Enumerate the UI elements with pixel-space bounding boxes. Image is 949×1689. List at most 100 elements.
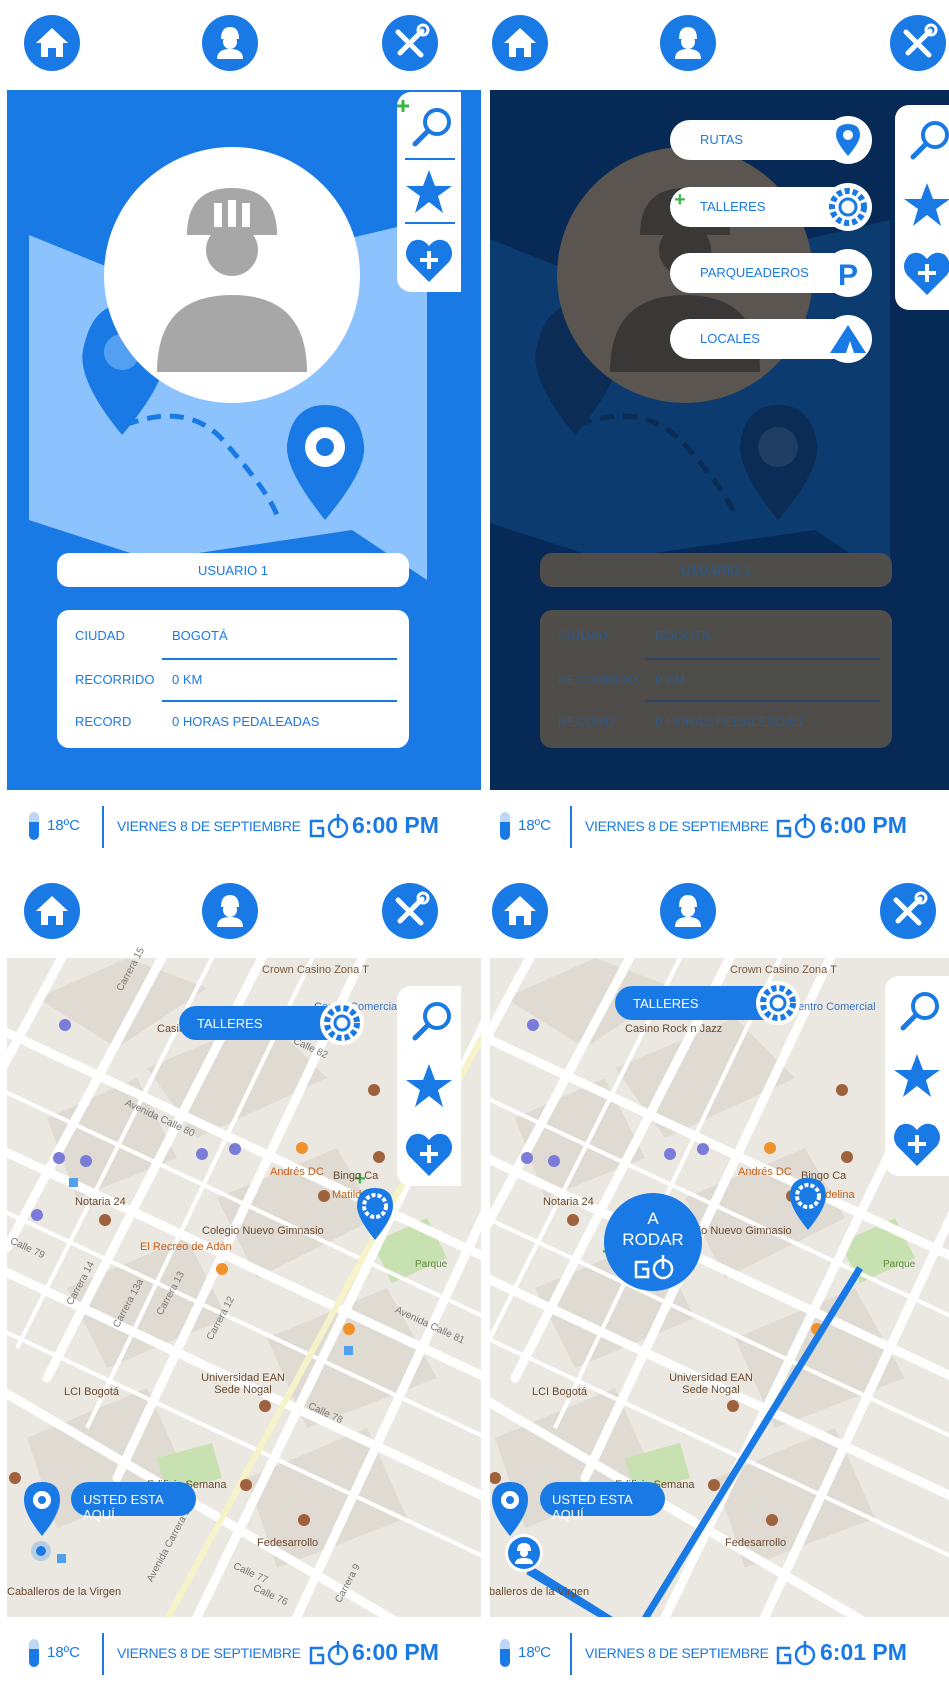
map-screen: + Crown Casino Zona T Casino Rock n Jazz… xyxy=(7,868,481,1689)
menu-item-label: PARQUEADEROS xyxy=(700,265,809,280)
profile-button[interactable] xyxy=(202,883,258,939)
map-view[interactable]: + Crown Casino Zona T Casino Rock n Jazz… xyxy=(490,958,949,1617)
divider xyxy=(102,1633,104,1675)
top-bar xyxy=(7,868,481,958)
place-label: El Recreo de Adán xyxy=(140,1241,232,1253)
place-label: Universidad EAN Sede Nogal xyxy=(669,1372,753,1396)
side-panel-icons xyxy=(893,992,941,1166)
workshop-marker-icon[interactable] xyxy=(788,1176,828,1232)
distance-label: RECORRIDO xyxy=(75,672,155,687)
place-label: Parque xyxy=(415,1259,448,1270)
distance-label: RECORRIDO xyxy=(558,672,638,687)
app-logo-icon xyxy=(634,1255,674,1280)
place-label: Fedesarrollo xyxy=(257,1537,319,1549)
home-icon xyxy=(504,28,536,57)
city-value: BOGOTÁ xyxy=(655,628,711,643)
distance-value: 0 KM xyxy=(172,672,203,687)
city-value: BOGOTÁ xyxy=(172,628,228,643)
gps-dot-icon xyxy=(31,1541,51,1561)
place-label: Centro Comercial xyxy=(790,1001,876,1013)
home-button[interactable] xyxy=(492,883,548,939)
tools-button[interactable] xyxy=(382,15,438,71)
start-ride-line2: RODAR xyxy=(622,1230,684,1249)
username-field: USUARIO 1 xyxy=(57,553,409,587)
home-icon xyxy=(36,28,68,57)
place-label: Notaria 24 xyxy=(75,1196,126,1208)
app-logo-icon xyxy=(776,1641,816,1666)
menu-item-label: LOCALES xyxy=(700,331,760,346)
place-label: LCI Bogotá xyxy=(64,1386,120,1398)
menu-item-locales[interactable]: LOCALES xyxy=(670,315,872,363)
place-label: Bingo Ca xyxy=(333,1170,379,1182)
divider xyxy=(570,806,572,848)
filter-talleres[interactable]: TALLERES xyxy=(179,1001,364,1045)
app-logo-icon xyxy=(309,814,349,839)
clock: 6:00 PM xyxy=(820,812,907,838)
profile-button[interactable] xyxy=(660,15,716,71)
home-button[interactable] xyxy=(24,15,80,71)
wrench-screwdriver-icon xyxy=(893,891,928,926)
place-label: Crown Casino Zona T xyxy=(262,964,369,976)
wrench-screwdriver-icon xyxy=(903,23,938,58)
row-divider xyxy=(162,700,397,702)
home-button[interactable] xyxy=(492,15,548,71)
map-route-screen: + Crown Casino Zona T Casino Rock n Jazz… xyxy=(490,868,949,1689)
filter-talleres[interactable]: TALLERES xyxy=(615,981,800,1025)
date: VIERNES 8 DE SEPTIEMBRE xyxy=(585,818,769,834)
place-label: LCI Bogotá xyxy=(532,1386,588,1398)
tools-button[interactable] xyxy=(890,15,946,71)
temperature: 18ºC xyxy=(518,1644,551,1661)
username-field: USUARIO 1 xyxy=(540,553,892,587)
menu-item-parqueaderos[interactable]: PARQUEADEROS P xyxy=(670,249,872,297)
side-panel-icons xyxy=(405,1002,453,1176)
status-bar: 18ºC VIERNES 8 DE SEPTIEMBRE 6:00 PM xyxy=(7,790,481,860)
gear-ring-icon xyxy=(756,981,800,1025)
menu-item-rutas[interactable]: RUTAS xyxy=(670,116,872,164)
profile-info-card: CIUDAD BOGOTÁ RECORRIDO 0 KM RECORD 0 HO… xyxy=(540,610,892,748)
map-pin-icon xyxy=(824,116,872,164)
profile-menu-screen: USUARIO 1 CIUDAD BOGOTÁ RECORRIDO 0 KM R… xyxy=(490,0,949,860)
gear-ring-icon xyxy=(320,1001,364,1045)
place-label: Casino Rock n Jazz xyxy=(625,1023,723,1035)
start-ride-button[interactable]: A RODAR xyxy=(604,1193,702,1291)
svg-text:P: P xyxy=(838,259,858,292)
home-button[interactable] xyxy=(24,883,80,939)
menu-item-talleres[interactable]: + TALLERES xyxy=(670,183,872,231)
row-divider xyxy=(645,658,880,660)
distance-value: 0 KM xyxy=(655,672,686,687)
row-divider xyxy=(162,658,397,660)
temperature: 18ºC xyxy=(47,817,80,834)
side-panel-icons xyxy=(904,121,949,295)
cyclist-avatar-icon xyxy=(217,27,243,59)
tent-icon xyxy=(824,315,872,363)
cyclist-position-icon xyxy=(505,1534,543,1572)
row-divider xyxy=(645,700,880,702)
record-value: 0 HORAS PEDALEADAS xyxy=(172,714,320,729)
thermometer-icon xyxy=(500,1639,510,1667)
profile-info-card: CIUDAD BOGOTÁ RECORRIDO 0 KM RECORD 0 HO… xyxy=(57,610,409,748)
cyclist-avatar-icon xyxy=(217,895,243,927)
tools-button[interactable] xyxy=(382,883,438,939)
thermometer-icon xyxy=(29,1639,39,1667)
tools-button[interactable] xyxy=(880,883,936,939)
date: VIERNES 8 DE SEPTIEMBRE xyxy=(117,818,301,834)
home-icon xyxy=(36,896,68,925)
city-label: CIUDAD xyxy=(558,628,608,643)
date: VIERNES 8 DE SEPTIEMBRE xyxy=(585,1645,769,1661)
record-label: RECORD xyxy=(558,714,615,729)
status-bar: 18ºC VIERNES 8 DE SEPTIEMBRE 6:00 PM xyxy=(7,1617,481,1689)
place-label: Fedesarrollo xyxy=(725,1537,787,1549)
you-are-here-label: USTED ESTA AQUÍ xyxy=(71,1482,196,1522)
profile-button[interactable] xyxy=(660,883,716,939)
clock: 6:01 PM xyxy=(820,1639,907,1665)
place-label: Colegio Nuevo Gimnasio xyxy=(202,1225,324,1237)
cyclist-avatar-icon xyxy=(675,895,701,927)
divider xyxy=(102,806,104,848)
side-panel-icons xyxy=(397,100,455,282)
profile-button[interactable] xyxy=(202,15,258,71)
place-label: Parque xyxy=(883,1259,916,1270)
menu-item-label: TALLERES xyxy=(700,199,766,214)
thermometer-icon xyxy=(29,812,39,840)
temperature: 18ºC xyxy=(518,817,551,834)
workshop-marker-icon[interactable] xyxy=(355,1186,395,1242)
